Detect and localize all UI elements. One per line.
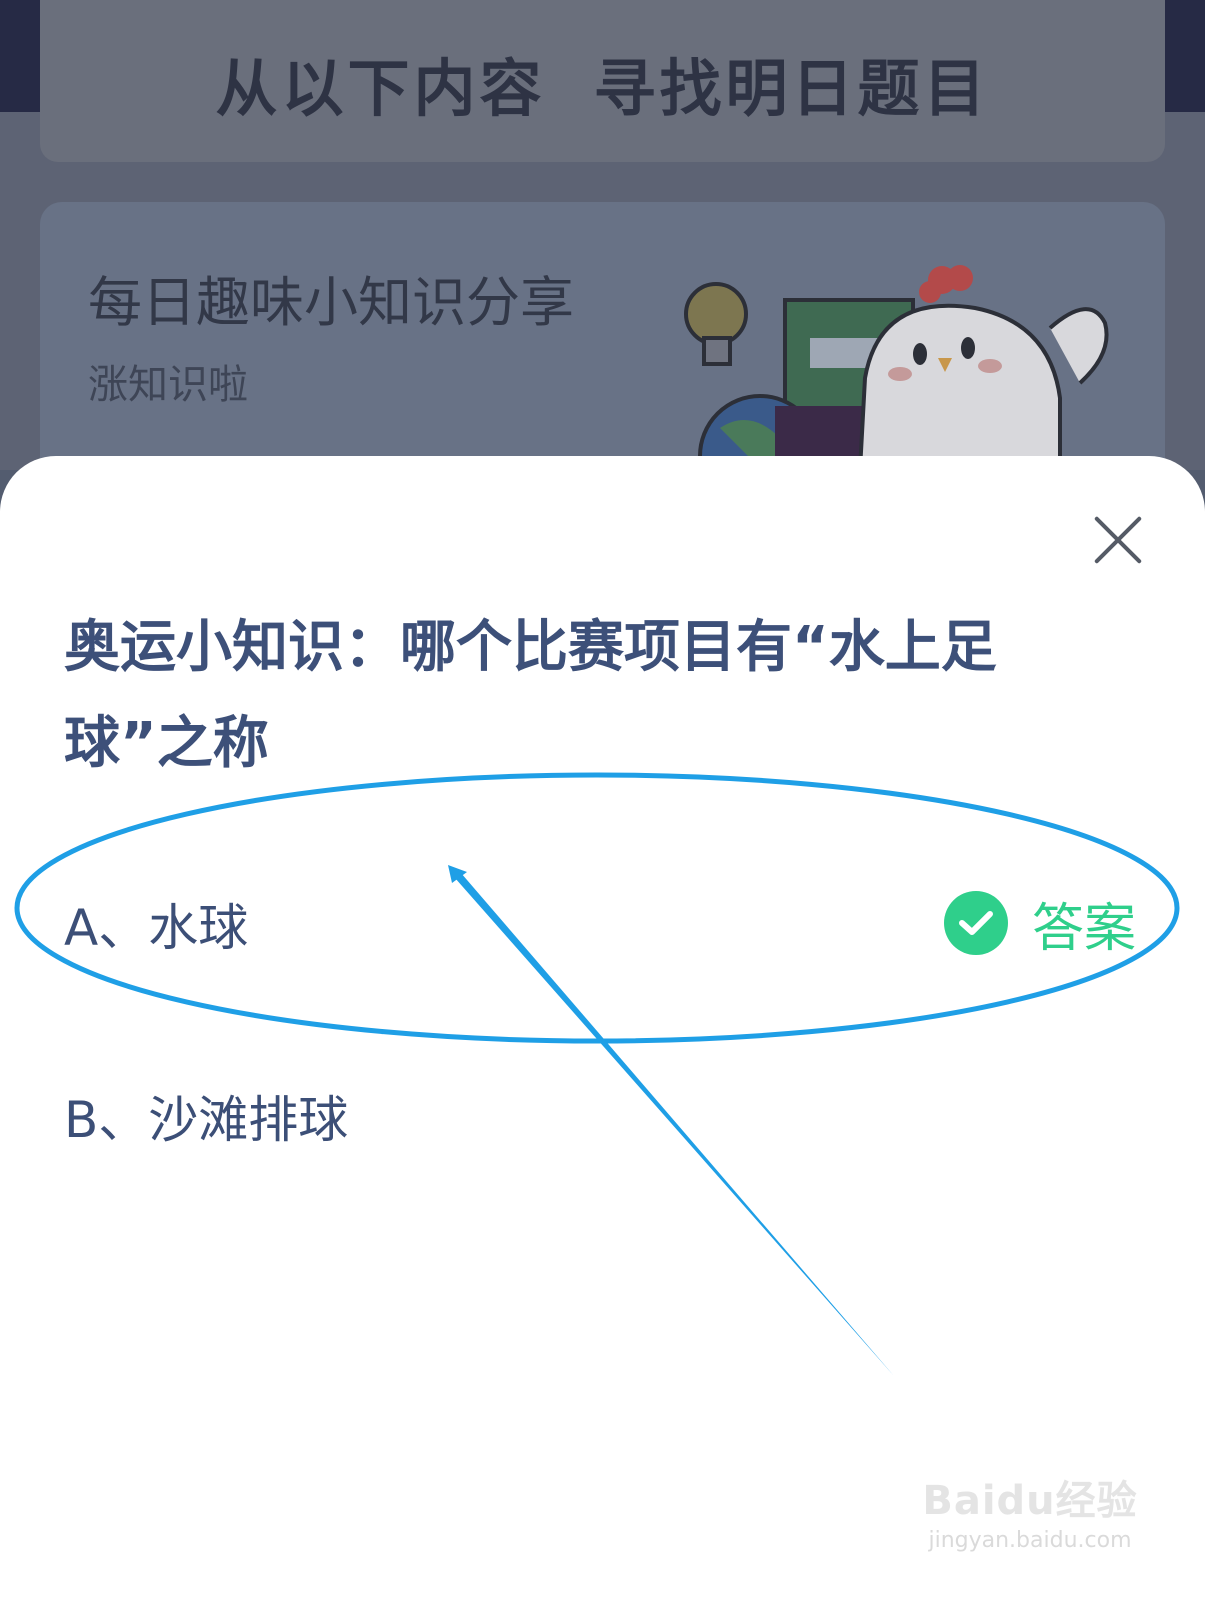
watermark-logo: Baidu经验 [922,1478,1138,1524]
close-icon[interactable] [1090,512,1146,568]
header-title-right: 寻找明日题目 [593,52,990,125]
knowledge-card-subtitle: 涨知识啦 [88,362,248,408]
answer-label: 答案 [1032,898,1137,959]
header-title-left: 从以下内容 [215,52,546,125]
chick-mascot [684,265,1109,470]
option-b[interactable]: B、沙滩排球 [64,1080,348,1152]
header-card: 从以下内容 寻找明日题目 [40,0,1165,162]
knowledge-card-title: 每日趣味小知识分享 [88,271,574,334]
header-title: 从以下内容 寻找明日题目 [40,38,1165,128]
answer-badge: 答案 [944,890,1136,959]
banner-edge-left [0,0,40,112]
background-page: 从以下内容 寻找明日题目 每日趣味小知识分享 涨知识啦 [0,0,1205,522]
question-text: 奥运小知识：哪个比赛项目有“水上足球”之称 [64,615,997,776]
watermark-url: jingyan.baidu.com [928,1528,1132,1553]
check-circle-icon [944,891,1008,955]
lightbulb-icon [684,282,748,366]
baidu-jingyan-watermark: Baidu经验 jingyan.baidu.com [920,1468,1140,1553]
option-a[interactable]: A、水球 [64,888,248,960]
